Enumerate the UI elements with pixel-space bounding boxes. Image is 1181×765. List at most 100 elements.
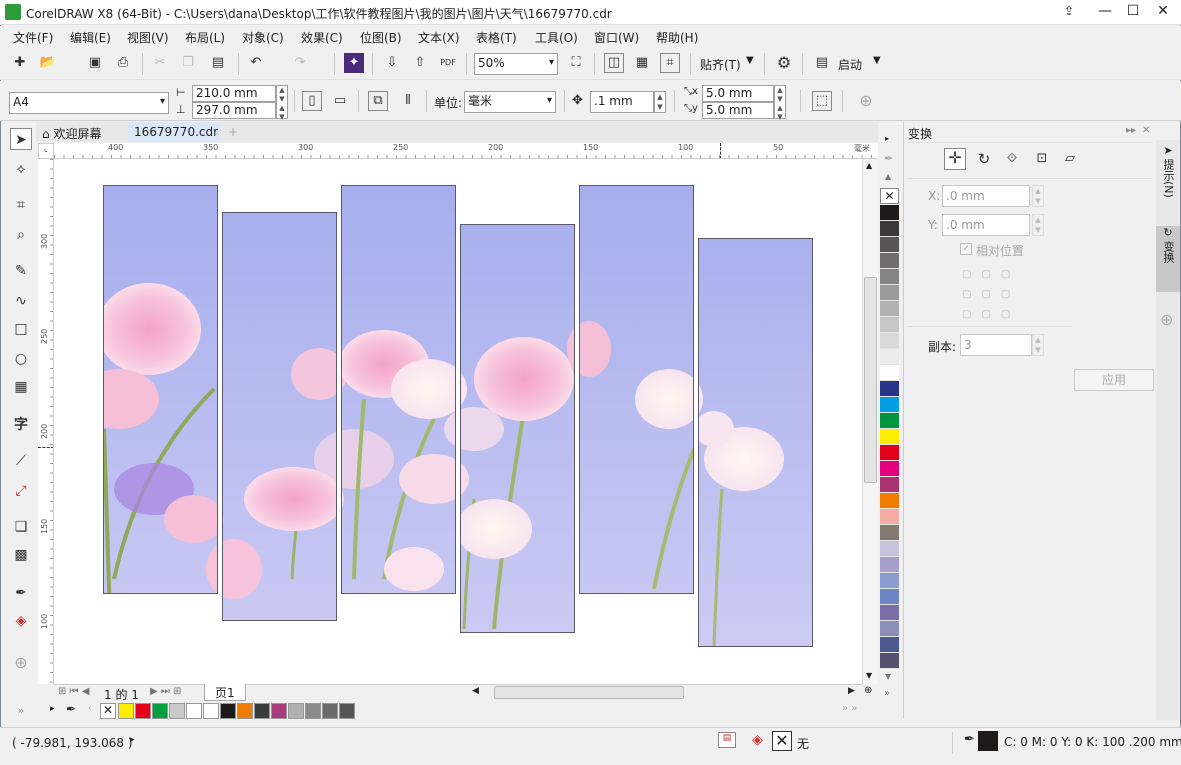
palette-swatch-90[interactable] [880,221,899,237]
menu-file[interactable]: 文件(F) [13,29,53,46]
full-screen-icon[interactable]: ⛶ [566,53,586,73]
palette-swatch-taupe[interactable] [880,525,899,541]
menu-bitmap[interactable]: 位图(B) [360,29,402,46]
nudge-spinner[interactable]: ▲ ▼ [654,91,666,113]
scale-mirror-icon[interactable]: ⟐ [1002,149,1022,169]
launch-dropdown[interactable]: 启动 [838,56,862,73]
new-tab-icon[interactable]: + [222,122,244,142]
palette-swatch-red[interactable] [880,445,899,461]
zoom-navigator-icon[interactable]: ⊕ [864,685,872,696]
palette-swatch-cyan[interactable] [880,397,899,413]
save-icon[interactable]: ▣ [85,53,105,73]
tab-document[interactable]: 16679770.cdr [128,122,220,142]
menu-text[interactable]: 文本(X) [418,29,460,46]
shape-tool-icon[interactable]: ⟡ [10,158,32,180]
menu-tools[interactable]: 工具(O) [535,29,578,46]
transparency-icon[interactable]: ▩ [10,544,32,566]
drop-shadow-icon[interactable]: ❑ [10,516,32,538]
palette-swatch-plum[interactable] [880,477,899,493]
swatch-dark-gray[interactable] [254,703,270,719]
ruler-origin[interactable]: ⌞ [38,143,54,159]
expand-toolbox-icon[interactable]: » [10,700,32,722]
snap-chevron-down-icon[interactable]: ▼ [746,55,754,66]
palette-no-color[interactable]: ✕ [880,188,899,204]
relative-position-checkbox[interactable]: ✓ [960,243,972,255]
export-icon[interactable]: ⇧ [410,53,430,73]
palette-swatch-50[interactable] [880,285,899,301]
zoom-tool-icon[interactable]: ⌕ [10,224,32,246]
tab-hints[interactable]: ➤ 提示(N) [1158,144,1178,220]
menu-help[interactable]: 帮助(H) [656,29,698,46]
swatch-magenta[interactable] [271,703,287,719]
swatch-gray-4[interactable] [339,703,355,719]
page-height-field[interactable]: 297.0 mm [192,102,276,119]
palette-swatch-70[interactable] [880,253,899,269]
palette-swatch-steel-blue[interactable] [880,589,899,605]
add-toolbar-icon[interactable]: ⊕ [856,91,876,111]
pick-tool-icon[interactable]: ➤ [10,128,32,150]
duplicate-x-field[interactable]: 5.0 mm [702,85,774,102]
launch-icon[interactable]: ▤ [812,53,832,73]
swatch-black[interactable] [220,703,236,719]
maximize-button[interactable]: ☐ [1116,0,1150,24]
crop-tool-icon[interactable]: ⌗ [10,194,32,216]
palette-swatch-white[interactable] [880,365,899,381]
add-docker-icon[interactable]: ⊕ [1160,310,1173,329]
nudge-distance-field[interactable]: .1 mm [590,91,654,113]
interactive-fill-icon[interactable]: ◈ [10,610,32,632]
palette-swatch-slate[interactable] [880,621,899,637]
gear-icon[interactable]: ⚙ [774,53,794,73]
vertical-scrollbar[interactable]: ▲ ▼ [862,159,878,684]
parallel-dimension-icon[interactable]: ⟋ [10,450,32,472]
all-pages-icon[interactable]: ⧉ [368,91,388,111]
palette-swatch-violet[interactable] [880,605,899,621]
swatch-yellow[interactable] [118,703,134,719]
palette-down-icon[interactable]: ▼ [885,672,891,681]
undo-icon[interactable]: ↶ [246,53,266,73]
palette-flyout-icon[interactable]: ▸ [885,134,889,143]
outline-color-swatch[interactable] [978,731,998,751]
palette-swatch-80[interactable] [880,237,899,253]
palette-up-icon[interactable]: ▲ [885,172,891,181]
position-transform-icon[interactable]: ✛ [944,148,966,170]
x-position-field[interactable]: .0 mm [942,185,1030,207]
palette-swatch-orange[interactable] [880,493,899,509]
skew-transform-icon[interactable]: ▱ [1060,149,1080,169]
palette-scroll-right-icon[interactable]: » » [842,703,857,714]
menu-effects[interactable]: 效果(C) [301,29,343,46]
show-rulers-icon[interactable]: ◫ [604,53,624,73]
swatch-gray-3[interactable] [322,703,338,719]
scroll-left-icon[interactable]: ◀ [472,686,479,696]
swatch-gray-2[interactable] [305,703,321,719]
duplicate-y-field[interactable]: 5.0 mm [702,102,774,119]
tab-transform[interactable]: ↻ 变换 [1156,226,1180,292]
new-document-icon[interactable]: ✚ [10,53,30,73]
page-size-select[interactable]: A4 [9,92,169,114]
y-spinner[interactable]: ▲ ▼ [1032,214,1044,236]
treat-as-filled-icon[interactable]: ⬚ [812,91,832,111]
unit-select[interactable]: 毫米 [464,91,556,113]
open-folder-icon[interactable]: 📂 [38,53,58,73]
apply-button[interactable]: 应用 [1074,369,1154,391]
page-size-spinner[interactable]: ▲ ▼ ▲ ▼ [276,85,288,121]
x-spinner[interactable]: ▲ ▼ [1032,185,1044,207]
docker-close-icon[interactable]: ✕ [1142,125,1150,136]
swatch-white-1[interactable] [186,703,202,719]
palette-swatch-lavender[interactable] [880,541,899,557]
swatch-none[interactable]: ✕ [100,703,116,719]
palette-swatch-indigo[interactable] [880,653,899,669]
page-tab-1[interactable]: 页1 [204,684,246,701]
horizontal-ruler[interactable]: 400 350 300 250 200 150 100 50 毫米 [54,143,878,159]
palette-scroll-left-icon[interactable]: ‹ [88,703,92,714]
connector-tool-icon[interactable]: ⤢ [10,480,32,502]
size-transform-icon[interactable]: ⊡ [1032,149,1052,169]
anchor-grid[interactable]: ▢▢▢ ▢▢▢ ▢▢▢ [962,265,1014,320]
text-tool-icon[interactable]: 字 [10,414,32,436]
current-page-icon[interactable]: ⫴ [398,91,418,111]
update-icon[interactable]: ⇪ [1052,0,1086,24]
menu-edit[interactable]: 编辑(E) [70,29,111,46]
scroll-up-icon[interactable]: ▲ [866,161,872,170]
palette-swatch-navy[interactable] [880,381,899,397]
portrait-icon[interactable]: ▯ [302,91,322,111]
palette-swatch-20[interactable] [880,333,899,349]
